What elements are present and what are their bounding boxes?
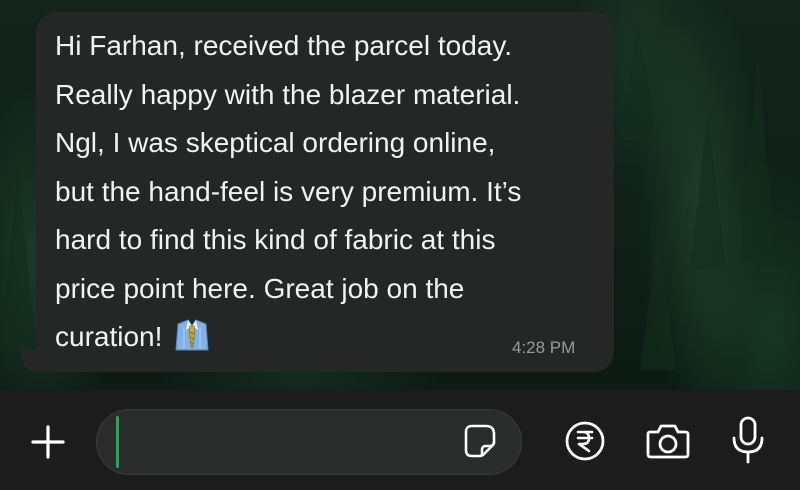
camera-icon[interactable] [644, 420, 692, 462]
wallpaper-tree [690, 110, 726, 270]
message-timestamp: 4:28 PM [512, 338, 576, 357]
wallpaper-tree [740, 60, 776, 260]
plus-icon[interactable] [26, 420, 70, 464]
wallpaper-tree [620, 20, 656, 140]
message-text: Hi Farhan, received the parcel today. Re… [55, 22, 595, 362]
wallpaper-tree [640, 230, 676, 370]
text-caret [116, 416, 119, 468]
message-input[interactable] [96, 409, 522, 475]
wallpaper-tree [0, 170, 36, 350]
sticker-icon[interactable] [460, 422, 498, 460]
message-body: Hi Farhan, received the parcel today. Re… [55, 30, 522, 352]
necktie-shirt-emoji-icon [174, 318, 210, 352]
rupee-payment-icon[interactable] [564, 420, 606, 462]
microphone-icon[interactable] [730, 414, 766, 466]
